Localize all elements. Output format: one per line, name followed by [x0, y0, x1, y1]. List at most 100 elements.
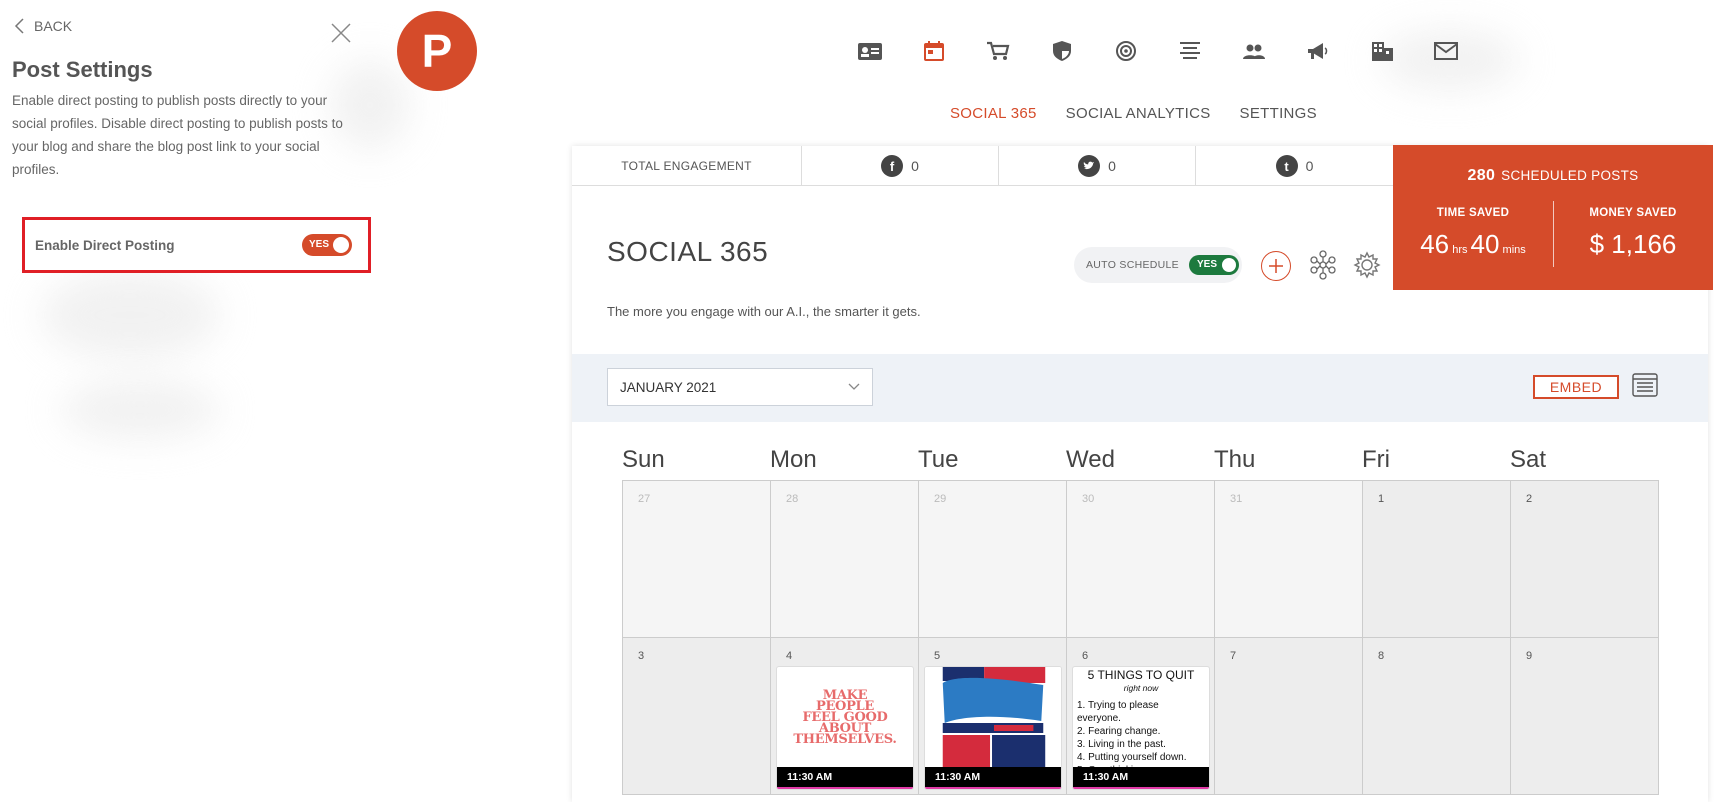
engagement-stats-bar: TOTAL ENGAGEMENT f 0 0 t 0	[572, 146, 1397, 186]
align-center-icon	[1180, 42, 1200, 59]
shield-icon	[1053, 41, 1071, 61]
calendar-day[interactable]: 1	[1363, 481, 1511, 638]
network-icon[interactable]	[1309, 250, 1337, 280]
tab-settings[interactable]: SETTINGS	[1240, 105, 1317, 122]
tumblr-icon: t	[1275, 155, 1298, 177]
post-image: 5 THINGS TO QUIT right now 1. Trying to …	[1073, 667, 1209, 777]
building-icon	[1372, 42, 1393, 61]
back-button[interactable]: BACK	[14, 18, 72, 34]
panel-description: Enable direct posting to publish posts d…	[12, 93, 343, 177]
nav-business[interactable]	[1350, 38, 1414, 64]
post-image-item: 4. Putting yourself down.	[1077, 752, 1187, 763]
social365-card: TOTAL ENGAGEMENT f 0 0 t 0 280 SCHEDULED …	[572, 145, 1713, 802]
day-number: 27	[638, 493, 651, 505]
nav-profile-card[interactable]	[838, 38, 902, 64]
day-number: 9	[1526, 650, 1533, 662]
post-status-bar	[925, 787, 1061, 789]
direct-posting-label: Enable Direct Posting	[35, 237, 175, 253]
calendar-day[interactable]: 28	[771, 481, 919, 638]
calendar-day[interactable]: 7	[1215, 638, 1363, 795]
day-number: 2	[1526, 493, 1533, 505]
scheduled-post[interactable]: 11:30 AM	[924, 666, 1062, 790]
toggle-knob	[333, 237, 349, 253]
day-number: 8	[1378, 650, 1385, 662]
month-select-value: JANUARY 2021	[620, 379, 717, 395]
direct-posting-toggle[interactable]: YES	[302, 234, 352, 256]
nav-target[interactable]	[1094, 38, 1158, 64]
direct-posting-setting: Enable Direct Posting YES	[22, 217, 371, 273]
post-image-subtitle: right now	[1123, 683, 1159, 693]
time-saved-label: TIME SAVED	[1436, 207, 1510, 219]
auto-schedule-toggle[interactable]: YES	[1188, 255, 1239, 275]
nav-security[interactable]	[1030, 38, 1094, 64]
calendar-day[interactable]: 6 5 THINGS TO QUIT right now 1. Trying t…	[1067, 638, 1215, 795]
gear-icon[interactable]	[1352, 250, 1382, 280]
scheduled-posts-panel: 280 SCHEDULED POSTS TIME SAVED 46 hrs 40 …	[1393, 145, 1713, 290]
time-saved: TIME SAVED 46 hrs 40 mins	[1393, 207, 1553, 260]
scheduled-post[interactable]: MAKE PEOPLE FEEL GOOD ABOUT THEMSELVES. …	[776, 666, 914, 790]
day-number: 5	[934, 650, 941, 662]
chevron-down-icon	[848, 383, 860, 390]
day-number: 4	[786, 650, 793, 662]
day-number: 1	[1378, 493, 1385, 505]
tab-social-analytics[interactable]: SOCIAL ANALYTICS	[1066, 105, 1211, 122]
calendar-icon	[924, 41, 944, 61]
scheduled-posts-count: 280	[1467, 167, 1496, 184]
scheduled-post[interactable]: 5 THINGS TO QUIT right now 1. Trying to …	[1072, 666, 1210, 790]
profile-card-icon	[858, 43, 882, 60]
weekday-tue: Tue	[918, 446, 959, 473]
calendar-day[interactable]: 5 11:30 AM	[919, 638, 1067, 795]
nav-calendar[interactable]	[902, 38, 966, 64]
calendar-day[interactable]: 4 MAKE PEOPLE FEEL GOOD ABOUT THEMSELVES…	[771, 638, 919, 795]
brand-logo[interactable]: P	[397, 11, 477, 91]
target-icon	[1116, 41, 1136, 61]
auto-schedule-label: AUTO SCHEDULE	[1086, 259, 1179, 271]
add-post-button[interactable]	[1261, 251, 1291, 281]
day-number: 29	[934, 493, 947, 505]
top-icon-nav	[838, 38, 1478, 64]
mins-unit: mins	[1502, 244, 1526, 256]
calendar-day[interactable]: 31	[1215, 481, 1363, 638]
tab-social365[interactable]: SOCIAL 365	[950, 105, 1037, 122]
twitter-stat: 0	[999, 146, 1196, 186]
toggle-knob	[1221, 258, 1236, 272]
calendar-day[interactable]: 2	[1511, 481, 1659, 638]
nav-content[interactable]	[1158, 38, 1222, 64]
time-mins: 40	[1470, 229, 1500, 259]
calendar-day[interactable]: 3	[623, 638, 771, 795]
sub-nav: SOCIAL 365 SOCIAL ANALYTICS SETTINGS	[950, 105, 1317, 122]
weekday-mon: Mon	[770, 446, 817, 473]
facebook-stat: f 0	[802, 146, 999, 186]
post-image-item: 2. Fearing change.	[1077, 726, 1161, 737]
month-select[interactable]: JANUARY 2021	[607, 368, 873, 406]
post-time: 11:30 AM	[1073, 767, 1209, 787]
nav-people[interactable]	[1222, 38, 1286, 64]
day-number: 28	[786, 493, 799, 505]
scheduled-posts-summary: 280 SCHEDULED POSTS	[1393, 167, 1713, 185]
nav-marketing[interactable]	[1286, 38, 1350, 64]
calendar-day[interactable]: 9	[1511, 638, 1659, 795]
post-image: MAKE PEOPLE FEEL GOOD ABOUT THEMSELVES.	[777, 667, 913, 767]
tumblr-stat: t 0	[1196, 146, 1393, 186]
money-saved: MONEY SAVED $ 1,166	[1553, 207, 1713, 260]
monitor-icon[interactable]	[1632, 372, 1658, 400]
facebook-count: 0	[911, 158, 919, 174]
twitter-icon	[1078, 155, 1101, 177]
embed-button[interactable]: EMBED	[1533, 375, 1619, 399]
post-time: 11:30 AM	[777, 767, 913, 787]
nav-cart[interactable]	[966, 38, 1030, 64]
nav-mail[interactable]	[1414, 38, 1478, 64]
money-saved-label: MONEY SAVED	[1589, 207, 1677, 219]
panel-title: Post Settings	[12, 57, 153, 82]
weekday-header: Sun Mon Tue Wed Thu Fri Sat	[622, 446, 1658, 480]
close-icon[interactable]	[330, 22, 352, 44]
calendar-day[interactable]: 29	[919, 481, 1067, 638]
total-engagement-label: TOTAL ENGAGEMENT	[572, 146, 802, 186]
post-time: 11:30 AM	[925, 767, 1061, 787]
calendar-day[interactable]: 27	[623, 481, 771, 638]
calendar-day[interactable]: 8	[1363, 638, 1511, 795]
scheduled-posts-label: SCHEDULED POSTS	[1501, 168, 1639, 183]
people-icon	[1243, 44, 1265, 59]
calendar-day[interactable]: 30	[1067, 481, 1215, 638]
page-subtitle: The more you engage with our A.I., the s…	[607, 304, 921, 319]
